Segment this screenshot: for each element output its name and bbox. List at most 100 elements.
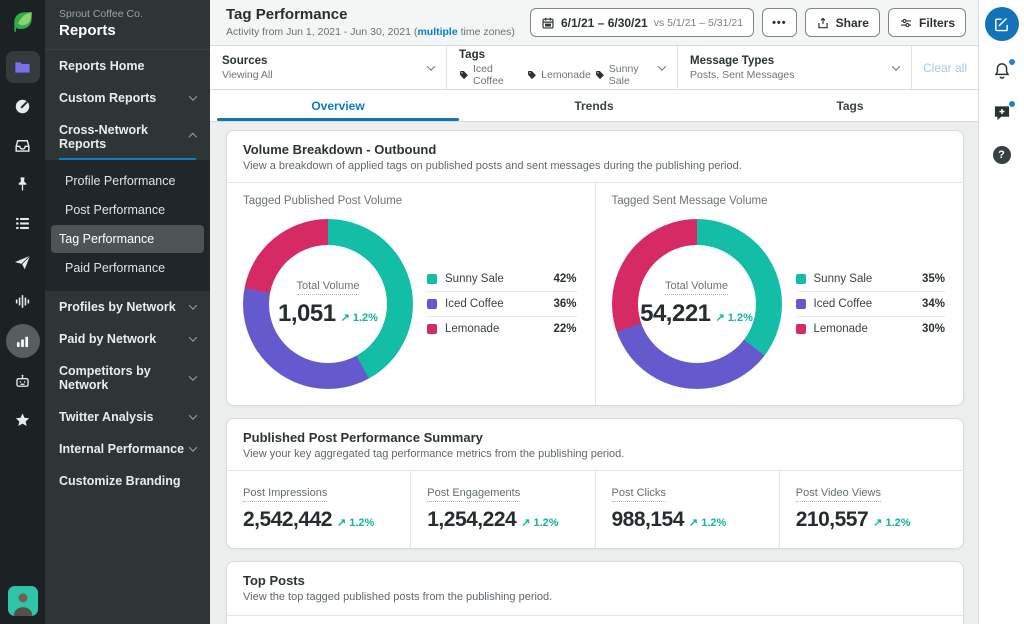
trend-up-icon: ↗ [336, 517, 347, 529]
page-title: Tag Performance [226, 6, 348, 24]
legend-item[interactable]: Iced Coffee 36% [427, 291, 577, 316]
legend-item[interactable]: Iced Coffee 34% [795, 291, 945, 316]
performance-summary-card: Published Post Performance Summary View … [226, 418, 964, 549]
sidebar-item-competitors-by-network[interactable]: Competitors by Network [45, 355, 210, 401]
compose-pencil-icon [995, 17, 1008, 31]
trend-up-icon: ↗ [340, 312, 350, 324]
volume-card-title: Volume Breakdown - Outbound [243, 142, 437, 157]
published-post-volume-donut-chart[interactable]: Total Volume 1,051 ↗ 1.2% [243, 219, 413, 389]
summary-card-subtitle: View your key aggregated tag performance… [243, 448, 625, 460]
date-range-button[interactable]: 6/1/21 – 6/30/21 vs 5/1/21 – 5/31/21 [529, 8, 755, 37]
message-types-filter-value: Posts, Sent Messages [690, 68, 795, 81]
trend-up-icon: ↗ [521, 517, 531, 529]
sidebar-title: Reports [59, 22, 116, 39]
metric-post-impressions: Post Impressions 2,542,442 ↗ 1.2% [243, 487, 375, 531]
trend-up-icon: ↗ [715, 312, 725, 324]
total-volume-value: 54,221 [640, 300, 711, 327]
report-content: Volume Breakdown - Outbound View a break… [210, 122, 978, 624]
inbox-icon[interactable] [6, 129, 40, 161]
trend-delta: ↗ 1.2% [521, 517, 559, 529]
tags-filter-values: Iced Coffee Lemonade Sunny Sale [459, 63, 659, 87]
help-icon: ? [992, 146, 1011, 164]
trend-delta: ↗ 1.2% [688, 517, 727, 529]
reports-folder-icon[interactable] [5, 51, 40, 83]
tab-trends[interactable]: Trends [466, 90, 722, 121]
tab-overview[interactable]: Overview [210, 90, 466, 121]
legend-swatch [427, 324, 437, 334]
filters-button[interactable]: Filters [887, 8, 966, 37]
chevron-down-icon [188, 443, 198, 452]
sidebar-item-profiles-by-network[interactable]: Profiles by Network [45, 291, 210, 323]
publish-send-icon[interactable] [6, 246, 40, 278]
cross-network-subnav: Profile Performance Post Performance Tag… [45, 160, 210, 291]
volume-breakdown-card: Volume Breakdown - Outbound View a break… [226, 130, 964, 406]
main-content: Tag Performance Activity from Jun 1, 202… [210, 0, 978, 624]
calendar-icon [542, 17, 554, 29]
sidebar-item-cross-network-reports[interactable]: Cross-Network Reports [45, 114, 210, 160]
total-volume-value: 1,051 [278, 300, 336, 327]
listening-waveform-icon[interactable] [6, 285, 40, 317]
user-avatar[interactable] [7, 586, 38, 616]
right-icon-rail: ? [978, 0, 1024, 624]
sidebar-item-tag-performance[interactable]: Tag Performance [51, 225, 204, 253]
help-button[interactable]: ? [990, 143, 1014, 167]
compare-range-value: vs 5/1/21 – 5/31/21 [653, 16, 744, 29]
chevron-down-icon [426, 61, 436, 71]
published-post-volume-panel: Tagged Published Post Volume Total Volum… [227, 183, 595, 405]
sidebar-item-reports-home[interactable]: Reports Home [45, 50, 210, 82]
feedback-badge [1007, 100, 1016, 108]
pin-icon[interactable] [6, 168, 40, 200]
notifications-button[interactable] [990, 58, 1016, 83]
bot-automation-icon[interactable] [6, 365, 40, 397]
app-window: Sprout Coffee Co. Reports Reports Home C… [0, 0, 1024, 624]
volume-card-subtitle: View a breakdown of applied tags on publ… [243, 160, 742, 172]
share-button[interactable]: Share [804, 8, 880, 37]
sent-message-volume-donut-chart[interactable]: Total Volume 54,221 ↗ 1.2% [611, 219, 782, 389]
dashboard-gauge-icon[interactable] [6, 90, 40, 122]
report-tabs: Overview Trends Tags [210, 90, 978, 122]
multiple-timezones-link[interactable]: multiple [417, 26, 457, 38]
legend-item[interactable]: Sunny Sale 42% [427, 267, 577, 291]
sprout-logo-icon[interactable] [10, 9, 36, 35]
sidebar-item-internal-performance[interactable]: Internal Performance [45, 433, 210, 465]
company-name: Sprout Coffee Co. [59, 8, 143, 20]
sidebar-item-post-performance[interactable]: Post Performance [51, 196, 204, 224]
legend-swatch [795, 324, 806, 334]
sources-filter-dropdown[interactable]: Sources Viewing All [210, 46, 447, 89]
trend-delta: ↗ 1.2% [873, 517, 911, 529]
sidebar-item-paid-performance[interactable]: Paid Performance [51, 254, 204, 282]
legend-item[interactable]: Lemonade 30% [795, 316, 945, 341]
chevron-down-icon [188, 92, 198, 101]
clear-all-button[interactable]: Clear all [912, 46, 978, 89]
feedback-button[interactable] [990, 100, 1016, 125]
compose-button[interactable] [984, 7, 1019, 41]
sidebar-item-profile-performance[interactable]: Profile Performance [51, 167, 204, 195]
share-icon [817, 17, 828, 28]
reports-bar-chart-icon[interactable] [5, 324, 40, 358]
message-types-filter-dropdown[interactable]: Message Types Posts, Sent Messages [678, 46, 912, 89]
more-options-button[interactable]: ••• [762, 8, 797, 37]
queue-list-icon[interactable] [6, 207, 40, 239]
sidebar-item-customize-branding[interactable]: Customize Branding [45, 465, 210, 497]
legend-swatch [427, 274, 437, 284]
tags-filter-dropdown[interactable]: Tags Iced Coffee Lemonade Sunny Sale [447, 46, 678, 89]
sidebar-item-custom-reports[interactable]: Custom Reports [45, 82, 210, 114]
chevron-down-icon [188, 301, 198, 310]
trend-up-icon: ↗ [873, 517, 883, 529]
sent-message-volume-panel: Tagged Sent Message Volume Total Volume … [594, 183, 964, 405]
influencer-star-icon[interactable] [6, 404, 40, 436]
tab-tags[interactable]: Tags [722, 90, 978, 121]
metric-post-engagements: Post Engagements 1,254,224 ↗ 1.2% [410, 471, 594, 548]
legend-swatch [795, 274, 806, 284]
sidebar-item-twitter-analysis[interactable]: Twitter Analysis [45, 401, 210, 433]
sidebar-item-paid-by-network[interactable]: Paid by Network [45, 323, 210, 355]
chart-title: Tagged Published Post Volume [243, 195, 403, 207]
page-header: Tag Performance Activity from Jun 1, 202… [210, 0, 978, 46]
sidebar-header: Sprout Coffee Co. Reports [45, 0, 210, 50]
top-posts-title: Top Posts [243, 573, 305, 588]
chevron-down-icon [891, 61, 901, 71]
legend-item[interactable]: Sunny Sale 35% [795, 267, 945, 291]
tag-icon [460, 70, 468, 79]
chevron-down-icon [188, 411, 198, 420]
legend-item[interactable]: Lemonade 22% [427, 316, 577, 341]
